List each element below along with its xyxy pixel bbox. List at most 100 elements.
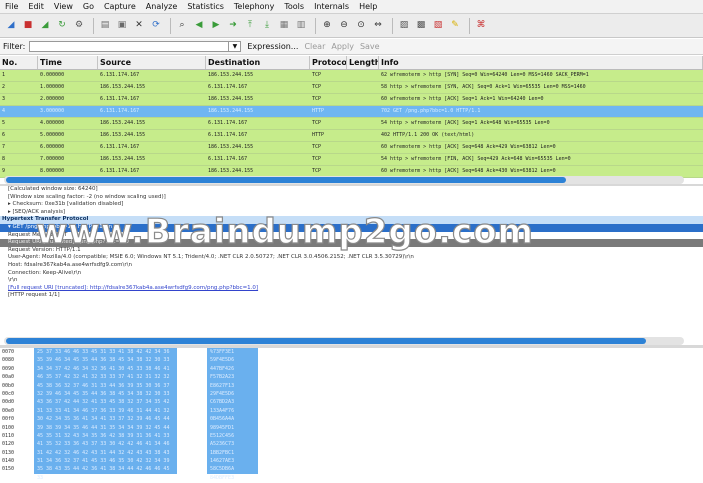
menu-item-analyze[interactable]: Analyze xyxy=(141,2,183,11)
bytes-offset[interactable]: 0130 xyxy=(0,449,30,457)
menu-item-statistics[interactable]: Statistics xyxy=(182,2,229,11)
bytes-offset[interactable]: 00e0 xyxy=(0,407,30,415)
bytes-hex[interactable]: 25 37 33 46 46 33 45 31 33 41 38 42 42 3… xyxy=(34,348,177,363)
column-length[interactable]: Length xyxy=(347,56,379,69)
bytes-offset[interactable]: 00b0 xyxy=(0,382,30,390)
colorize-icon[interactable]: ▦ xyxy=(277,19,291,33)
bytes-hex[interactable]: 45 35 31 32 43 34 35 36 42 38 39 31 36 4… xyxy=(34,431,177,447)
restart-icon[interactable]: ↻ xyxy=(55,19,69,33)
bytes-hex[interactable]: 46 35 37 42 32 41 32 33 33 37 41 32 31 3… xyxy=(34,373,177,389)
expression-button[interactable]: Expression... xyxy=(247,42,298,51)
bytes-hex[interactable]: 43 36 37 42 44 32 41 33 45 38 32 37 34 3… xyxy=(34,398,177,414)
scrollbar-thumb[interactable] xyxy=(6,177,566,183)
bytes-hex[interactable]: 35 39 46 34 45 35 44 36 38 45 34 38 32 3… xyxy=(34,356,177,372)
menu-item-tools[interactable]: Tools xyxy=(279,2,309,11)
bytes-ascii[interactable]: 447BF426 A0E38FA0 xyxy=(207,364,258,380)
bytes-ascii[interactable]: E8627F13 D6950678 xyxy=(207,381,258,397)
detail-line[interactable]: Connection: Keep-Alive\r\n xyxy=(0,270,703,278)
bytes-offset[interactable]: 00f0 xyxy=(0,415,30,423)
bytes-offset[interactable]: 0120 xyxy=(0,440,30,448)
apply-button[interactable]: Apply xyxy=(331,42,354,51)
find-icon[interactable]: ⌕ xyxy=(175,19,189,33)
bytes-hex[interactable]: 45 38 36 32 37 46 31 33 44 36 39 35 30 3… xyxy=(34,381,177,397)
packet-list-scrollbar[interactable] xyxy=(4,176,684,184)
column-protocol[interactable]: Protocol xyxy=(310,56,347,69)
detail-line[interactable]: [Window size scaling factor: -2 (no wind… xyxy=(0,194,703,202)
scrollbar-thumb[interactable] xyxy=(6,338,646,344)
detail-line[interactable]: [HTTP request 1/1] xyxy=(0,292,703,300)
bytes-ascii[interactable]: 1BB2FBC1 D2BCC8C5 xyxy=(207,448,258,464)
shark-fin-green-icon[interactable]: ◢ xyxy=(38,19,52,33)
save-button[interactable]: Save xyxy=(360,42,380,51)
column-source[interactable]: Source xyxy=(98,56,206,69)
bytes-offset[interactable]: 00c0 xyxy=(0,390,30,398)
bytes-ascii[interactable]: 0B456A4A 3729FED0 xyxy=(207,415,258,431)
bytes-ascii[interactable]: A5236C73 0BBFA4F1 xyxy=(207,440,258,456)
save-icon[interactable]: ▣ xyxy=(115,19,129,33)
bytes-offset[interactable]: 0150 xyxy=(0,465,30,473)
menu-item-help[interactable]: Help xyxy=(354,2,382,11)
detail-line[interactable]: ▸ Checksum: 0xe31b [validation disabled] xyxy=(0,201,703,209)
coloring-rules-icon[interactable]: ▧ xyxy=(431,19,445,33)
menu-item-internals[interactable]: Internals xyxy=(309,2,354,11)
menu-item-telephony[interactable]: Telephony xyxy=(229,2,279,11)
bytes-hex[interactable]: 31 42 42 32 46 42 43 31 44 32 42 43 43 3… xyxy=(34,448,177,464)
detail-line[interactable]: Host: fdsalre367kab4a.ase4wrfsdfg9.com\r… xyxy=(0,262,703,270)
open-icon[interactable]: ▤ xyxy=(98,19,112,33)
reload-icon[interactable]: ⟳ xyxy=(149,19,163,33)
bytes-ascii[interactable]: F57B2A23 37A2122F xyxy=(207,373,258,389)
bytes-hex[interactable]: 32 39 46 34 45 35 44 36 38 45 34 38 32 3… xyxy=(34,389,177,405)
display-filters-icon[interactable]: ▩ xyxy=(414,19,428,33)
last-icon[interactable]: ⤓ xyxy=(260,19,274,33)
menu-item-go[interactable]: Go xyxy=(78,2,99,11)
forward-icon[interactable]: ▶ xyxy=(209,19,223,33)
column-no[interactable]: No. xyxy=(0,56,38,69)
menu-item-capture[interactable]: Capture xyxy=(99,2,141,11)
column-time[interactable]: Time xyxy=(38,56,98,69)
bytes-hex[interactable]: 30 42 34 35 36 41 34 41 33 37 32 39 46 4… xyxy=(34,415,177,431)
detail-line[interactable]: User-Agent: Mozilla/4.0 (compatible; MSI… xyxy=(0,254,703,262)
bytes-offset[interactable]: 00d0 xyxy=(0,398,30,406)
stop-icon[interactable]: ■ xyxy=(21,19,35,33)
bytes-hex[interactable]: 39 38 39 34 35 46 44 31 35 34 34 39 32 4… xyxy=(34,423,177,439)
back-icon[interactable]: ◀ xyxy=(192,19,206,33)
packet-row[interactable]: 3 2.000000 6.131.174.167 186.153.244.155 TCP… xyxy=(0,94,703,106)
detail-line[interactable]: [Full request URI [truncated]: http://fd… xyxy=(0,285,703,293)
packet-row[interactable]: 7 6.000000 6.131.174.167 186.153.244.155 TCP… xyxy=(0,142,703,154)
column-info[interactable]: Info xyxy=(379,56,703,69)
bytes-ascii[interactable]: 98945FD1 54492EDA xyxy=(207,423,258,439)
bytes-hex[interactable]: 34 34 37 42 46 34 32 36 41 30 45 33 38 4… xyxy=(34,364,177,380)
bytes-ascii[interactable]: E512C456 B8916A37 xyxy=(207,431,258,447)
help-icon[interactable]: ⌘ xyxy=(474,19,488,33)
bytes-offset[interactable]: 0080 xyxy=(0,356,30,364)
bytes-offset[interactable]: 0090 xyxy=(0,365,30,373)
bytes-hex[interactable]: 31 34 36 32 37 41 45 33 46 35 30 42 32 3… xyxy=(34,457,177,472)
preferences-icon[interactable]: ✎ xyxy=(448,19,462,33)
bytes-ascii[interactable]: 14627AE3 F50B249E xyxy=(207,457,258,472)
clear-button[interactable]: Clear xyxy=(304,42,325,51)
bytes-ascii[interactable]: %73FF3E1 3A8BB461 xyxy=(207,348,258,363)
packet-row[interactable]: 6 5.000000 186.153.244.155 6.131.174.167 HTT… xyxy=(0,130,703,142)
menu-item-file[interactable]: File xyxy=(0,2,23,11)
column-destination[interactable]: Destination xyxy=(206,56,310,69)
detail-line[interactable]: \r\n xyxy=(0,277,703,285)
packet-row[interactable]: 4 3.000000 6.131.174.167 186.153.244.155 HTT… xyxy=(0,106,703,118)
menu-item-edit[interactable]: Edit xyxy=(23,2,49,11)
zoom-out-icon[interactable]: ⊖ xyxy=(337,19,351,33)
filter-dropdown-icon[interactable]: ▼ xyxy=(229,41,242,52)
detail-line[interactable]: [Calculated window size: 64240] xyxy=(0,186,703,194)
autoscroll-icon[interactable]: ▥ xyxy=(294,19,308,33)
packet-row[interactable]: 1 0.000000 6.131.174.167 186.153.244.155 TCP… xyxy=(0,70,703,82)
packet-row[interactable]: 5 4.000000 186.153.244.155 6.131.174.167 TCP… xyxy=(0,118,703,130)
packet-row[interactable]: 2 1.000000 186.153.244.155 6.131.174.167 TCP… xyxy=(0,82,703,94)
bytes-ascii[interactable]: 58C5DB6A 84DBFFE3 xyxy=(207,465,258,481)
bytes-hex[interactable]: 41 35 32 33 36 43 37 33 30 42 42 46 41 3… xyxy=(34,440,177,456)
bytes-offset[interactable]: 0140 xyxy=(0,457,30,465)
bytes-offset[interactable]: 0070 xyxy=(0,348,30,356)
resize-columns-icon[interactable]: ⇔ xyxy=(371,19,385,33)
options-icon[interactable]: ⚙ xyxy=(72,19,86,33)
filter-input[interactable] xyxy=(29,41,230,52)
packet-row[interactable]: 8 7.000000 186.153.244.155 6.131.174.167 TCP… xyxy=(0,154,703,166)
shark-fin-blue-icon[interactable]: ◢ xyxy=(4,19,18,33)
bytes-hex[interactable]: 35 38 43 35 44 42 36 41 38 34 44 42 46 4… xyxy=(34,465,177,481)
